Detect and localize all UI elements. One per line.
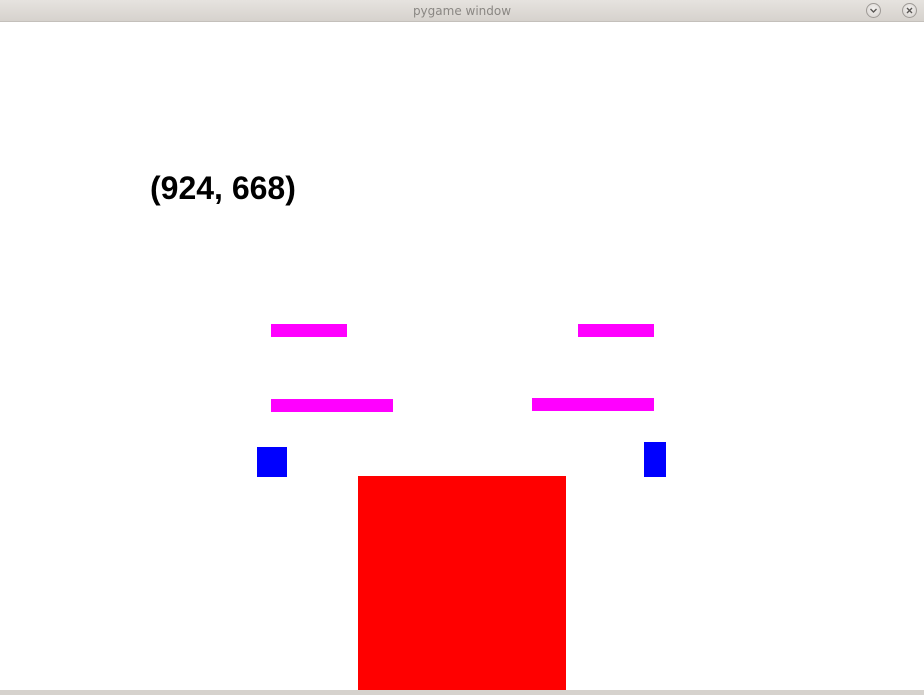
window-title: pygame window bbox=[412, 4, 512, 18]
blue-block-left bbox=[257, 447, 287, 477]
chevron-down-icon bbox=[870, 8, 877, 13]
blue-block-right bbox=[644, 442, 666, 477]
game-canvas[interactable]: (924, 668) bbox=[0, 22, 924, 690]
platform-top-right bbox=[578, 324, 654, 337]
window-bottom-border bbox=[0, 690, 924, 695]
pygame-window: pygame window (924, 668) bbox=[0, 0, 924, 695]
minimize-button[interactable] bbox=[866, 3, 881, 18]
close-icon bbox=[906, 7, 913, 14]
coordinates-text: (924, 668) bbox=[150, 170, 296, 206]
platform-middle-right bbox=[532, 398, 654, 411]
close-button[interactable] bbox=[902, 3, 917, 18]
platform-top-left bbox=[271, 324, 347, 337]
player-square bbox=[358, 476, 566, 690]
title-bar[interactable]: pygame window bbox=[0, 0, 924, 22]
platform-middle-left bbox=[271, 399, 393, 412]
